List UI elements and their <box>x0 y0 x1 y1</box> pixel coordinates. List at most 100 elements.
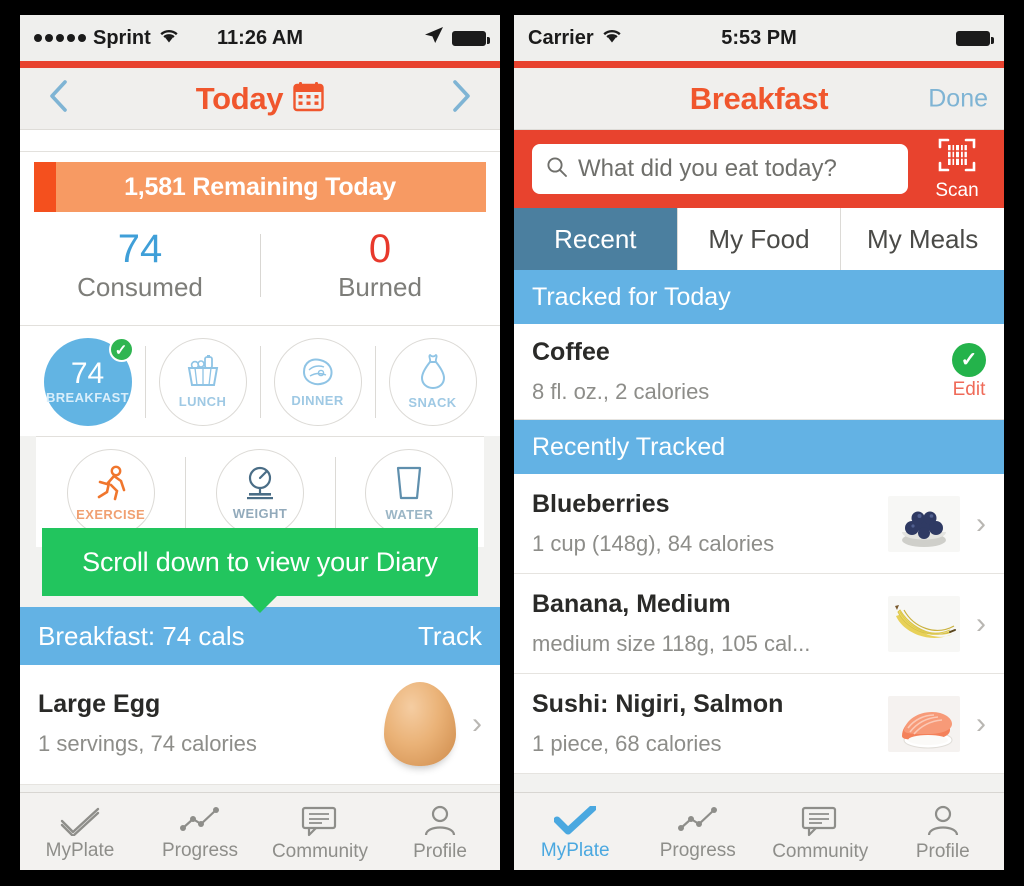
tracked-item-texts: Coffee 8 fl. oz., 2 calories <box>532 338 952 405</box>
meal-circle-dinner[interactable]: DINNER <box>273 338 362 426</box>
search-placeholder: What did you eat today? <box>578 155 837 182</box>
chevron-right-icon: › <box>976 706 986 740</box>
previous-day-button[interactable] <box>34 73 84 125</box>
scale-icon <box>241 465 279 506</box>
diary-food-row[interactable]: Large Egg 1 servings, 74 calories › <box>20 665 500 785</box>
recent-item-texts: Banana, Medium medium size 118g, 105 cal… <box>532 590 888 657</box>
segment-my-meals[interactable]: My Meals <box>841 208 1004 270</box>
activity-circle-exercise[interactable]: EXERCISE <box>66 449 155 537</box>
recent-item-detail: 1 cup (148g), 84 calories <box>532 531 775 556</box>
tab-myplate[interactable]: MyPlate <box>514 793 637 870</box>
tab-profile[interactable]: Profile <box>882 793 1005 870</box>
tab-profile[interactable]: Profile <box>380 793 500 870</box>
lunch-label: LUNCH <box>178 394 227 409</box>
done-button[interactable]: Done <box>928 84 988 113</box>
breakfast-calories: 74 <box>70 357 105 390</box>
activity-circle-water[interactable]: WATER <box>365 449 454 537</box>
community-chat-icon <box>300 805 340 837</box>
status-bar-left: Carrier <box>528 27 623 50</box>
meal-cell-dinner[interactable]: DINNER <box>260 338 375 426</box>
list-item[interactable]: Coffee 8 fl. oz., 2 calories ✓ Edit <box>514 324 1004 420</box>
tab-community[interactable]: Community <box>759 793 882 870</box>
sushi-photo <box>888 695 960 752</box>
check-circle-icon: ✓ <box>952 342 986 377</box>
meal-circle-lunch[interactable]: LUNCH <box>158 338 247 426</box>
battery-icon <box>956 30 994 46</box>
list-item[interactable]: Sushi: Nigiri, Salmon 1 piece, 68 calori… <box>514 674 1004 774</box>
profile-person-icon <box>422 805 458 837</box>
recent-item-texts: Sushi: Nigiri, Salmon 1 piece, 68 calori… <box>532 690 888 757</box>
diary-food-texts: Large Egg 1 servings, 74 calories <box>38 690 384 757</box>
track-button[interactable]: Track <box>418 621 482 652</box>
check-plate-icon <box>59 806 101 836</box>
meal-circle-breakfast[interactable]: 74 BREAKFAST ✓ <box>43 337 134 426</box>
activity-circle-weight[interactable]: WEIGHT <box>215 449 304 537</box>
recent-item-detail: 1 piece, 68 calories <box>532 731 722 756</box>
tab-label-myplate: MyPlate <box>45 839 115 861</box>
consumed-value: 74 <box>117 227 163 271</box>
blueberries-photo <box>888 495 960 552</box>
meal-cell-snack[interactable]: SNACK <box>375 338 490 426</box>
check-circle-icon: ✓ <box>108 337 134 362</box>
tab-progress[interactable]: Progress <box>637 793 760 870</box>
navigation-bar: Breakfast Done <box>514 68 1004 130</box>
segmented-tabs: Recent My Food My Meals <box>514 208 1004 270</box>
progress-chart-icon <box>677 806 719 836</box>
recent-item-texts: Blueberries 1 cup (148g), 84 calories <box>532 490 888 557</box>
edit-label: Edit <box>952 378 986 400</box>
chevron-right-icon: › <box>976 506 986 540</box>
activity-cell-exercise[interactable]: EXERCISE <box>36 449 185 537</box>
scan-button[interactable]: Scan <box>918 137 996 202</box>
dual-phone-screenshot: Sprint 11:26 AM Today 1,581 Remaining To… <box>0 0 1024 886</box>
status-bar-right <box>424 26 490 50</box>
section-header-recently-tracked: Recently Tracked <box>514 420 1004 474</box>
weight-label: WEIGHT <box>232 506 288 521</box>
activity-cell-weight[interactable]: WEIGHT <box>185 449 334 537</box>
status-bar-left: Sprint <box>34 27 180 50</box>
check-plate-icon <box>554 805 597 836</box>
page-title-group: Today <box>196 81 325 117</box>
meal-cell-lunch[interactable]: LUNCH <box>145 338 260 426</box>
status-bar: Carrier 5:53 PM <box>514 15 1004 61</box>
next-day-button[interactable] <box>436 73 486 125</box>
calendar-icon[interactable] <box>293 81 324 117</box>
search-icon <box>546 156 568 183</box>
segment-recent[interactable]: Recent <box>514 208 678 270</box>
tab-label-progress: Progress <box>161 839 239 861</box>
barcode-scan-icon <box>937 137 977 178</box>
page-title: Breakfast <box>689 80 829 116</box>
burned-value: 0 <box>368 227 392 271</box>
section-header-tracked-today: Tracked for Today <box>514 270 1004 324</box>
list-item[interactable]: Blueberries 1 cup (148g), 84 calories › <box>514 474 1004 574</box>
carrier-label: Sprint <box>93 26 151 49</box>
scan-label: Scan <box>935 179 979 201</box>
exercise-label: EXERCISE <box>76 507 146 522</box>
tab-label-profile: Profile <box>413 840 467 862</box>
calorie-stats: 74 Consumed 0 Burned <box>20 212 500 326</box>
calorie-remaining-bar[interactable]: 1,581 Remaining Today <box>34 162 486 212</box>
activity-cell-water[interactable]: WATER <box>334 449 484 537</box>
list-item[interactable]: Banana, Medium medium size 118g, 105 cal… <box>514 574 1004 674</box>
tab-progress[interactable]: Progress <box>140 793 260 870</box>
tab-community[interactable]: Community <box>260 793 380 870</box>
right-phone: Carrier 5:53 PM Breakfast Done What did … <box>512 0 1024 886</box>
search-input[interactable]: What did you eat today? <box>532 144 908 194</box>
stat-burned[interactable]: 0 Burned <box>260 228 500 303</box>
scroll-hint-text: Scroll down to view your Diary <box>82 546 438 577</box>
status-bar-right <box>956 30 994 46</box>
meal-cell-breakfast[interactable]: 74 BREAKFAST ✓ <box>30 337 145 426</box>
signal-dots-icon <box>34 34 86 42</box>
search-band: What did you eat today? Scan <box>514 130 1004 208</box>
tab-label-progress: Progress <box>659 839 736 861</box>
left-phone: Sprint 11:26 AM Today 1,581 Remaining To… <box>0 0 512 886</box>
navigation-bar: Today <box>20 68 500 130</box>
edit-tracked-item[interactable]: ✓ Edit <box>952 342 986 401</box>
stat-consumed[interactable]: 74 Consumed <box>20 228 260 303</box>
meal-circle-snack[interactable]: SNACK <box>388 338 477 426</box>
diary-food-detail: 1 servings, 74 calories <box>38 731 257 756</box>
segment-my-food[interactable]: My Food <box>677 208 842 270</box>
tab-myplate[interactable]: MyPlate <box>20 793 140 870</box>
tab-label-profile: Profile <box>915 840 970 862</box>
scroll-hint-tooltip[interactable]: Scroll down to view your Diary <box>42 528 478 596</box>
profile-person-icon <box>925 805 961 837</box>
